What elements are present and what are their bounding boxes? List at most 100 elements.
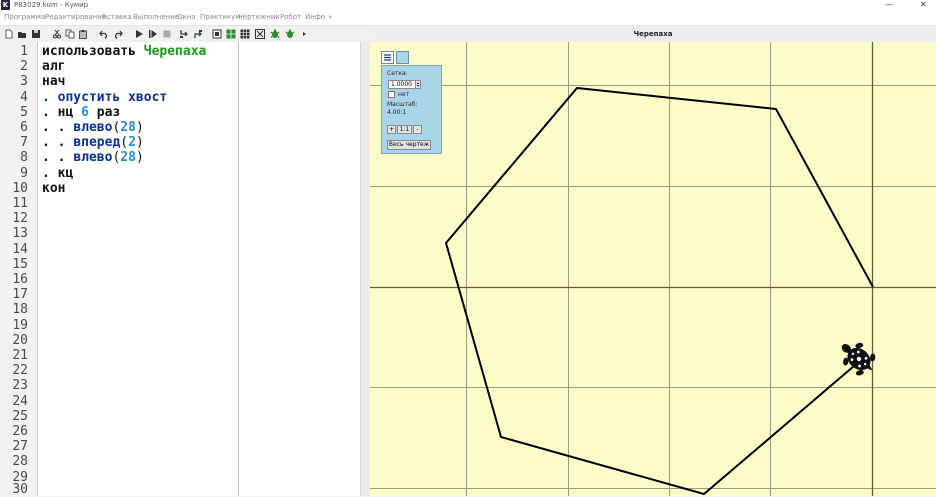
grid-off-label: нет <box>398 91 410 98</box>
line-number: 22 <box>12 363 28 378</box>
line-number: 5 <box>20 105 28 120</box>
open-file-icon[interactable] <box>17 29 27 39</box>
line-number: 7 <box>20 135 28 150</box>
line-number: 19 <box>12 318 28 333</box>
spin-arrows-icon[interactable] <box>415 80 421 89</box>
menu-run[interactable]: Выполнение <box>133 13 179 21</box>
menu-edit[interactable]: Редактирование <box>45 13 106 21</box>
keyword: нач <box>42 74 66 89</box>
editor-scrollbar[interactable] <box>360 42 370 496</box>
module-name: Черепаха <box>143 44 207 59</box>
line-number: 12 <box>12 211 28 226</box>
grid-icon[interactable] <box>226 29 236 39</box>
line-number: 21 <box>12 348 28 363</box>
paste-icon[interactable] <box>78 29 88 39</box>
menu-more[interactable]: » <box>328 13 332 21</box>
code-editor[interactable]: 1 2 3 4 5 6 7 8 9 10 11 12 13 14 15 16 1… <box>0 42 360 497</box>
indent-dots: . . <box>42 120 74 135</box>
keyword: использовать <box>42 44 136 59</box>
menu-program[interactable]: Программа <box>4 13 45 21</box>
command: опустить хвост <box>57 90 168 105</box>
line-number: 20 <box>12 333 28 348</box>
turtle-tool2-icon[interactable] <box>285 29 295 39</box>
cut-icon[interactable] <box>52 29 62 39</box>
menu-practicum[interactable]: Практикум <box>200 13 241 21</box>
line-number: 18 <box>12 302 28 317</box>
title-bar: K P83029.kum - Кумир — ✕ <box>0 0 936 11</box>
undo-icon[interactable] <box>99 29 109 39</box>
stop-icon[interactable] <box>162 29 172 39</box>
line-number: 23 <box>12 378 28 393</box>
line-number: 11 <box>12 196 28 211</box>
command: влево <box>73 120 113 135</box>
code-line-6: . . влево(28) <box>42 120 144 135</box>
turtle-window-title: Черепаха <box>633 30 673 38</box>
scale-value: 4.00:1 <box>387 109 407 116</box>
scale-label: Масштаб: <box>387 101 418 108</box>
step-out-icon[interactable] <box>193 29 203 39</box>
line-number: 9 <box>20 166 28 181</box>
window-icon[interactable] <box>212 29 222 39</box>
redo-icon[interactable] <box>113 29 123 39</box>
turtle-tool-icon[interactable] <box>270 29 280 39</box>
code-line-3: нач <box>42 74 65 89</box>
menu-info[interactable]: Инфо <box>305 13 325 21</box>
line-number: 25 <box>12 409 28 424</box>
line-number: 2 <box>20 59 28 74</box>
grid2-icon[interactable] <box>240 29 250 39</box>
menu-windows[interactable]: Окна <box>177 13 196 21</box>
zoom-out-button[interactable]: - <box>413 125 422 134</box>
turtle-sprite <box>841 342 876 376</box>
toolbar <box>0 26 370 42</box>
grid-lines <box>370 42 936 496</box>
menu-drawer[interactable]: Чертежник <box>238 13 280 21</box>
new-file-icon[interactable] <box>4 29 14 39</box>
panel-tabs <box>381 51 411 64</box>
zoom-in-button[interactable]: + <box>387 125 396 134</box>
indent-dots: . <box>42 166 58 181</box>
save-icon[interactable] <box>31 29 41 39</box>
robot-icon[interactable] <box>255 29 265 39</box>
keyword: раз <box>96 105 121 120</box>
code-line-1: использовать Черепаха <box>42 44 206 59</box>
editor-margin-line <box>238 42 239 496</box>
code-line-5: . нц 6 раз <box>42 105 120 120</box>
line-number: 8 <box>20 150 28 165</box>
panel-tab-blank[interactable] <box>396 51 409 64</box>
code-line-9: . кц <box>42 166 73 181</box>
number-literal: 2 <box>128 135 136 150</box>
turtle-path <box>445 87 874 495</box>
keyword: алг <box>42 59 66 74</box>
paren: ) <box>135 150 144 165</box>
turtle-canvas[interactable] <box>370 42 936 496</box>
keyword: нц <box>57 105 74 120</box>
grid-off-checkbox[interactable] <box>388 91 395 98</box>
line-number: 3 <box>20 74 28 89</box>
close-icon[interactable]: ✕ <box>920 0 927 10</box>
indent-dots: . . <box>42 135 74 150</box>
line-number: 15 <box>12 257 28 272</box>
line-number: 10 <box>12 181 28 196</box>
step-run-icon[interactable] <box>148 29 158 39</box>
code-line-2: алг <box>42 59 65 74</box>
fit-all-button[interactable]: Весь чертеж <box>387 140 431 150</box>
panel-tab-list-icon[interactable] <box>381 51 394 64</box>
run-icon[interactable] <box>134 29 144 39</box>
copy-icon[interactable] <box>65 29 75 39</box>
axes <box>370 42 936 496</box>
indent-dots: . <box>42 105 58 120</box>
code-line-10: кон <box>42 181 65 196</box>
paren: ) <box>135 135 144 150</box>
line-number: 4 <box>20 90 28 105</box>
line-number: 6 <box>20 120 28 135</box>
more-icon[interactable] <box>300 29 310 39</box>
menu-robot[interactable]: Робот <box>280 13 301 21</box>
turtle-window-header: Черепаха <box>370 26 936 43</box>
line-number: 26 <box>12 424 28 439</box>
zoom-reset-button[interactable]: 1:1 <box>397 125 412 134</box>
paren: ) <box>135 120 144 135</box>
menu-insert[interactable]: Вставка <box>102 13 132 21</box>
line-number: 16 <box>12 272 28 287</box>
step-in-icon[interactable] <box>179 29 189 39</box>
minimize-icon[interactable]: — <box>885 0 893 10</box>
